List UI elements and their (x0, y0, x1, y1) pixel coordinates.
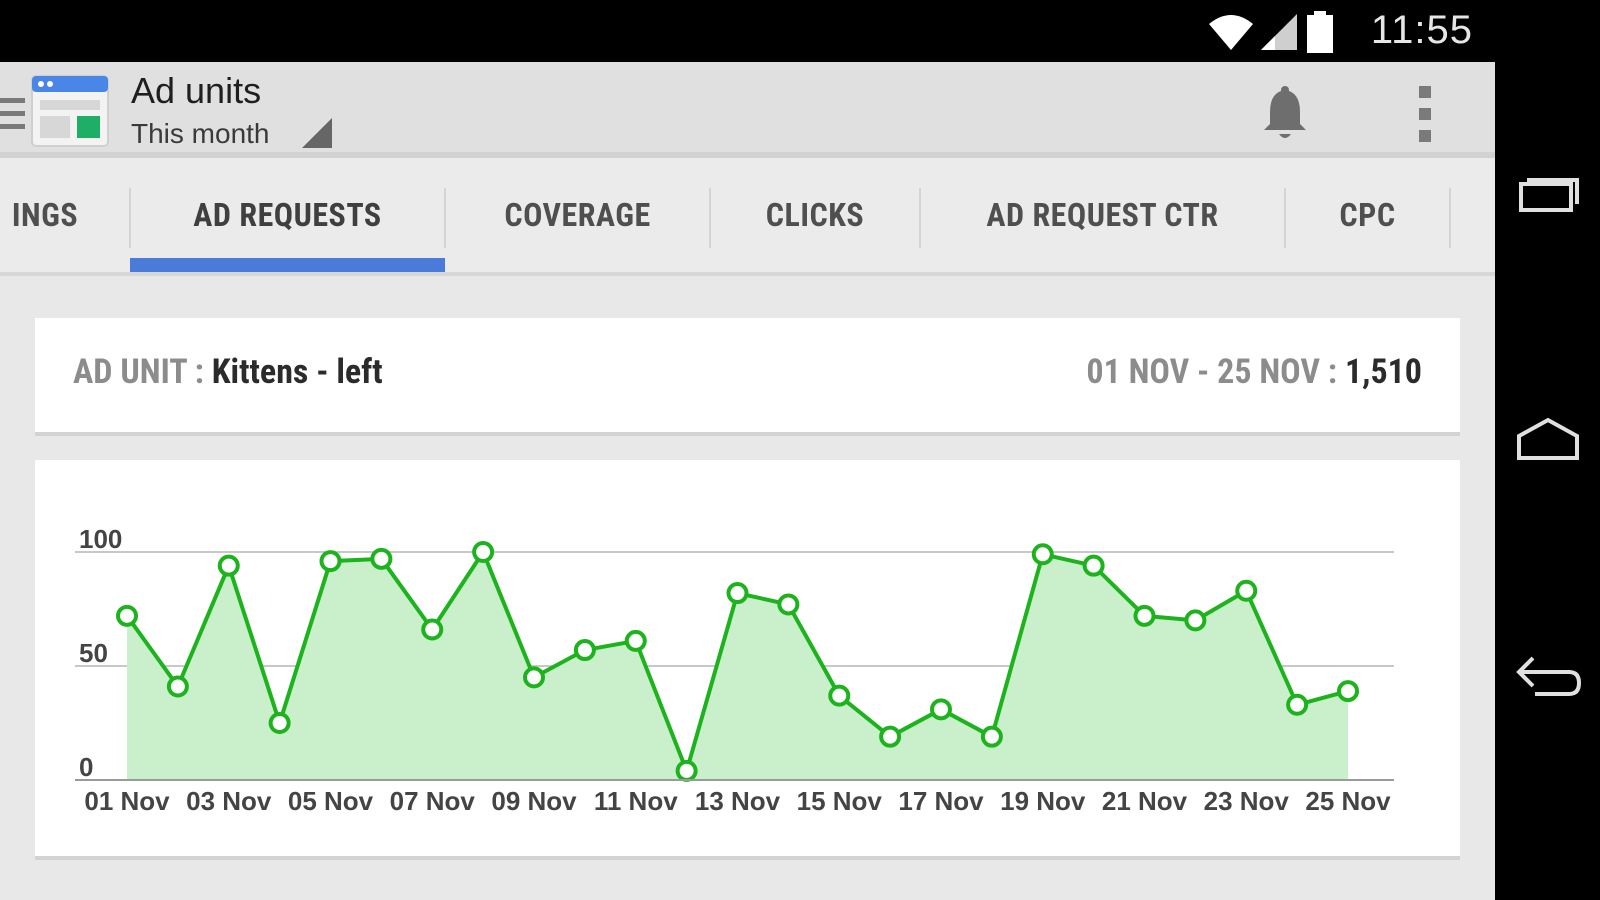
x-tick-label: 03 Nov (186, 786, 272, 816)
overflow-menu-icon[interactable] (1413, 86, 1437, 142)
status-bar: 11:55 (0, 0, 1495, 62)
x-tick-label: 15 Nov (797, 786, 883, 816)
ad-unit-label: AD UNIT : (73, 352, 212, 392)
status-icons (1207, 11, 1335, 53)
app-title: Ad units (131, 70, 262, 111)
x-tick-label: 05 Nov (288, 786, 374, 816)
tab-ad-requests[interactable]: AD REQUESTS (130, 158, 445, 272)
battery-icon (1307, 11, 1333, 53)
app-screen: Ad units This month INGS AD REQUESTS COV… (0, 62, 1495, 900)
notification-bell-icon[interactable] (1262, 86, 1308, 142)
x-tick-label: 21 Nov (1102, 786, 1188, 816)
data-point (777, 593, 800, 616)
metric-tabs: INGS AD REQUESTS COVERAGE CLICKS AD REQU… (0, 158, 1495, 276)
y-tick-label: 0 (79, 752, 93, 782)
tab-divider (1449, 188, 1451, 248)
data-point (1133, 604, 1156, 627)
data-point (116, 604, 138, 627)
ad-unit-summary: AD UNIT : Kittens - left (73, 352, 383, 392)
data-point (828, 684, 851, 707)
x-tick-label: 01 Nov (84, 786, 170, 816)
navigation-bar (1495, 0, 1600, 900)
data-point (1031, 543, 1054, 566)
status-time: 11:55 (1370, 8, 1473, 52)
data-point (1286, 693, 1309, 716)
data-point (472, 541, 495, 563)
x-tick-label: 17 Nov (898, 786, 984, 816)
tab-cpc[interactable]: CPC (1285, 158, 1450, 272)
x-tick-label: 25 Nov (1305, 786, 1391, 816)
action-bar: Ad units This month (0, 62, 1495, 158)
summary-card: AD UNIT : Kittens - left 01 NOV - 25 NOV… (35, 318, 1460, 436)
data-point (930, 698, 952, 721)
x-tick-label: 23 Nov (1204, 786, 1290, 816)
data-point (1235, 579, 1258, 602)
dropdown-triangle-icon[interactable] (300, 116, 334, 150)
total-ad-requests: 1,510 (1344, 352, 1422, 392)
y-tick-label: 100 (79, 524, 122, 554)
x-tick-label: 09 Nov (491, 786, 577, 816)
chart-card: 0 50 100 01 Nov 03 Nov 05 Nov 07 Nov 09 Nov 11 N… (35, 460, 1460, 860)
y-tick-label: 50 (79, 638, 108, 668)
adsense-app-icon[interactable] (31, 75, 109, 147)
data-point (573, 639, 596, 662)
data-point (980, 725, 1003, 748)
tab-earnings[interactable]: INGS (0, 158, 120, 272)
back-icon[interactable] (1515, 652, 1581, 702)
ad-unit-name: Kittens - left (211, 352, 383, 392)
ad-requests-chart: 0 50 100 01 Nov 03 Nov 05 Nov 07 Nov 09 Nov 11 N… (75, 524, 1394, 816)
data-point (268, 712, 291, 734)
data-point (421, 618, 444, 641)
signal-icon (1261, 14, 1297, 50)
data-point (1337, 680, 1359, 703)
date-range-summary: 01 NOV - 25 NOV : 1,510 (1086, 352, 1422, 392)
tab-coverage[interactable]: COVERAGE (445, 158, 710, 272)
data-point (523, 666, 545, 689)
tab-ad-request-ctr[interactable]: AD REQUEST CTR (920, 158, 1285, 272)
data-point (319, 550, 342, 573)
data-point (726, 582, 749, 605)
data-point (1082, 554, 1105, 577)
data-point (217, 554, 240, 577)
x-tick-label: 19 Nov (1000, 786, 1086, 816)
data-point (879, 725, 902, 748)
data-point (624, 629, 647, 652)
tab-clicks[interactable]: CLICKS (710, 158, 920, 272)
x-tick-label: 13 Nov (695, 786, 781, 816)
data-point (370, 547, 393, 570)
selected-tab-indicator (130, 258, 445, 272)
period-selector[interactable]: This month (131, 118, 270, 150)
x-tick-label: 07 Nov (390, 786, 476, 816)
menu-icon[interactable] (0, 96, 25, 132)
date-range-label: 01 NOV - 25 NOV : (1086, 352, 1345, 392)
home-icon[interactable] (1515, 414, 1581, 464)
data-point (166, 675, 189, 698)
wifi-icon (1209, 15, 1253, 50)
data-point (675, 759, 698, 782)
data-point (1184, 609, 1207, 632)
x-tick-label: 11 Nov (594, 786, 678, 816)
recents-icon[interactable] (1515, 172, 1581, 222)
